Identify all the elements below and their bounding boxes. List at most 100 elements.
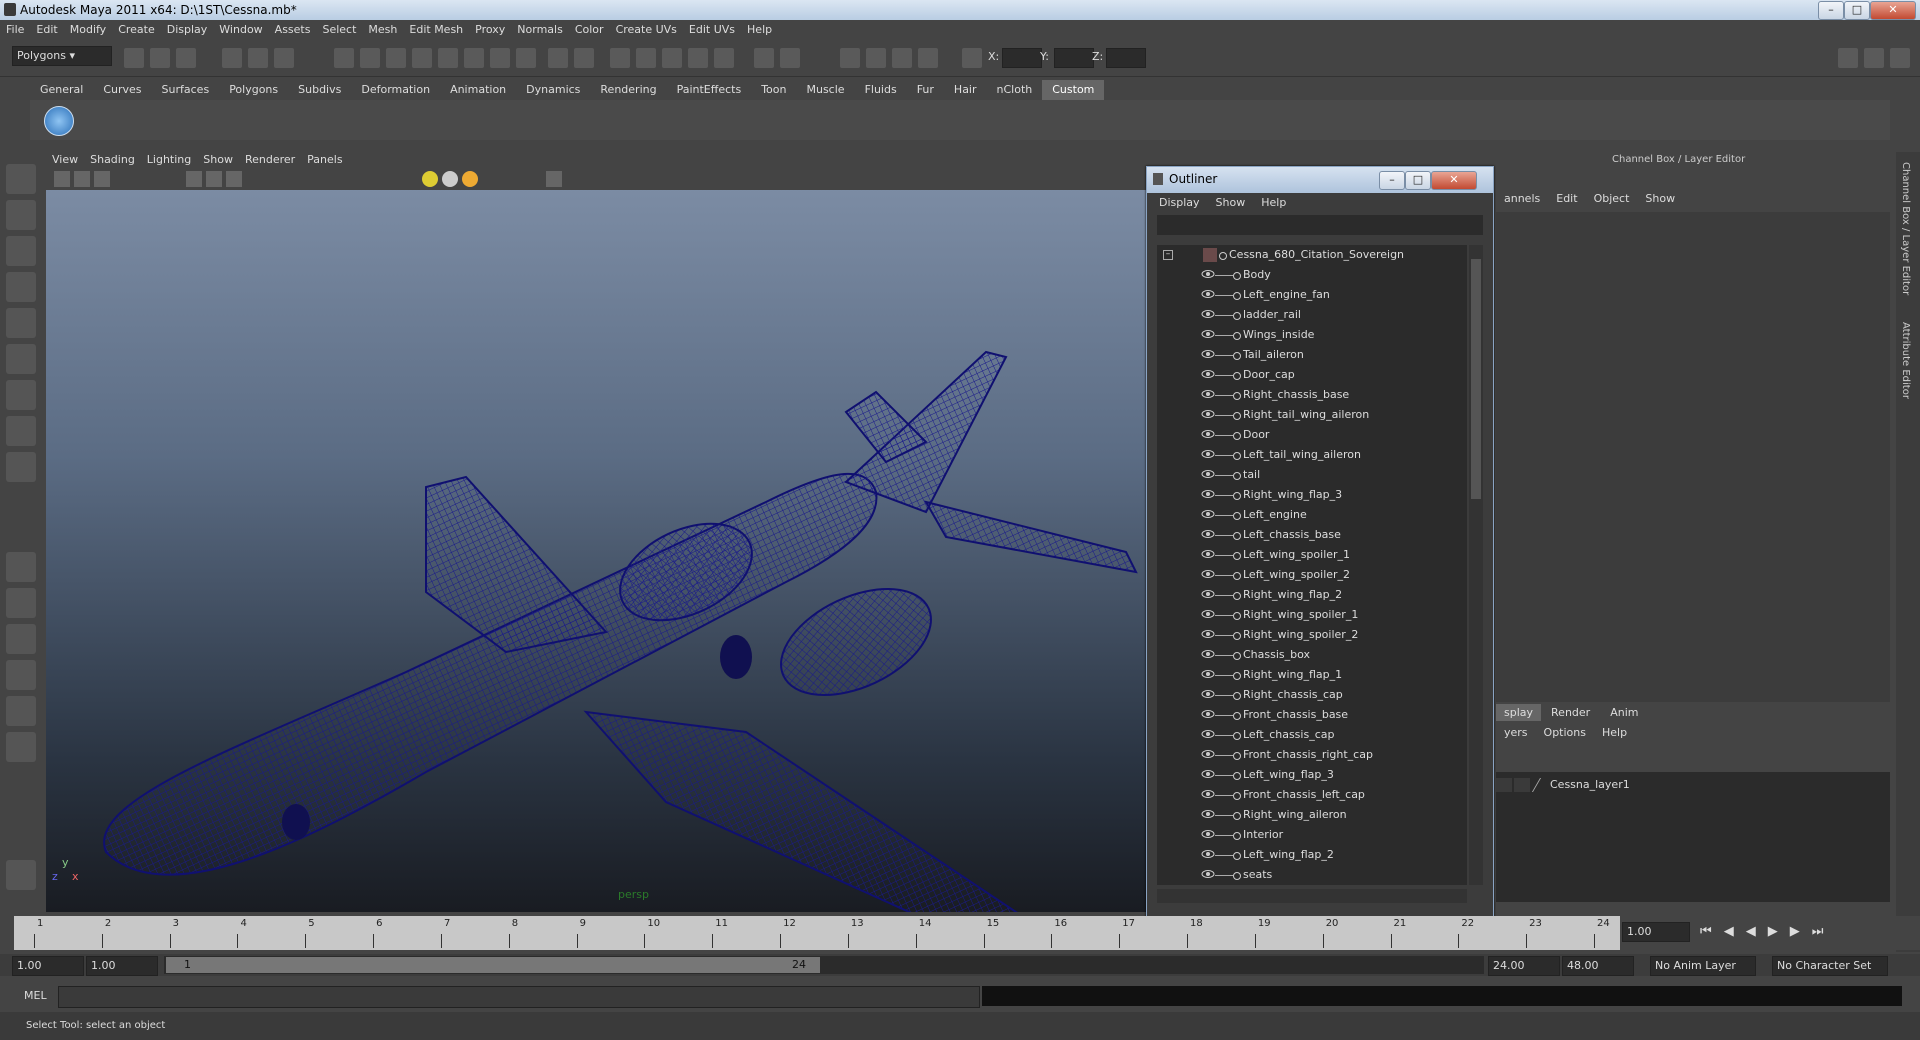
tab-dynamics[interactable]: Dynamics [516,80,590,100]
help-icon[interactable] [516,48,536,68]
outliner-item[interactable]: seats [1157,865,1467,885]
snap-curve-icon[interactable] [360,48,380,68]
outliner-item[interactable]: Door_cap [1157,365,1467,385]
lasso-tool-icon[interactable] [6,200,36,230]
menu-edit-uvs[interactable]: Edit UVs [683,20,741,40]
layer-visibility-icon[interactable] [1496,778,1512,792]
channel-box-toggle-icon[interactable] [1890,48,1910,68]
show-manipulator-icon[interactable] [6,452,36,482]
outliner-item[interactable]: Left_wing_spoiler_1 [1157,545,1467,565]
soft-modification-icon[interactable] [6,416,36,446]
menu-set-select[interactable]: Polygons ▾ [12,46,112,66]
viewport-menu-view[interactable]: View [46,152,84,168]
custom-shelf-check-icon[interactable] [44,106,74,136]
outliner-item[interactable]: Chassis_box [1157,645,1467,665]
menu-select[interactable]: Select [316,20,362,40]
outliner-item[interactable]: Left_wing_flap_3 [1157,765,1467,785]
outliner-item[interactable]: Left_engine [1157,505,1467,525]
tab-ncloth[interactable]: nCloth [987,80,1043,100]
tool-settings-toggle-icon[interactable] [1864,48,1884,68]
playback-end-field[interactable]: 24.00 [1488,956,1560,976]
visibility-eye-icon[interactable] [1201,369,1215,379]
outliner-item[interactable]: Wings_inside [1157,325,1467,345]
outliner-item[interactable]: Front_chassis_right_cap [1157,745,1467,765]
image-plane-icon[interactable] [94,171,110,187]
command-language-label[interactable]: MEL [24,989,47,1002]
playback-start-field[interactable]: 1.00 [86,956,158,976]
visibility-eye-icon[interactable] [1201,289,1215,299]
command-input[interactable] [58,986,980,1008]
visibility-eye-icon[interactable] [1201,809,1215,819]
layer-menu-layers[interactable]: yers [1496,726,1536,739]
minimize-button[interactable]: – [1818,1,1844,20]
outliner-menu-help[interactable]: Help [1253,193,1294,213]
select-hierarchy-icon[interactable] [222,48,242,68]
character-set-select[interactable]: No Character Set [1772,956,1888,976]
outliner-item[interactable]: Right_chassis_cap [1157,685,1467,705]
render-current-icon[interactable] [610,48,630,68]
outliner-item[interactable]: Right_wing_spoiler_1 [1157,605,1467,625]
outliner-layout-icon[interactable] [6,732,36,762]
tab-painteffects[interactable]: PaintEffects [667,80,752,100]
visibility-eye-icon[interactable] [1201,789,1215,799]
tab-toon[interactable]: Toon [751,80,796,100]
tab-curves[interactable]: Curves [93,80,151,100]
outliner-item[interactable]: Right_wing_flap_2 [1157,585,1467,605]
outliner-vertical-scrollbar[interactable] [1469,245,1483,885]
tab-deformation[interactable]: Deformation [351,80,440,100]
transform-type-icon[interactable] [962,48,982,68]
single-perspective-layout-icon[interactable] [6,552,36,582]
hypershade-layout-icon[interactable] [6,696,36,726]
visibility-eye-icon[interactable] [1201,509,1215,519]
outliner-item[interactable]: Door [1157,425,1467,445]
camera-sequencer-icon[interactable] [754,48,774,68]
menu-edit-mesh[interactable]: Edit Mesh [403,20,469,40]
rotate-tool-icon[interactable] [6,308,36,338]
outliner-menu-display[interactable]: Display [1151,193,1208,213]
visibility-eye-icon[interactable] [1201,629,1215,639]
move-tool-icon[interactable] [6,272,36,302]
viewport-menu-renderer[interactable]: Renderer [239,152,301,168]
menu-assets[interactable]: Assets [269,20,317,40]
maximize-button[interactable]: □ [1844,1,1870,20]
menu-help[interactable]: Help [741,20,778,40]
snap-surface-icon[interactable] [438,48,458,68]
menu-mesh[interactable]: Mesh [362,20,403,40]
x-input[interactable] [1002,48,1042,68]
tab-subdivs[interactable]: Subdivs [288,80,351,100]
outliner-item[interactable]: Interior [1157,825,1467,845]
select-component-icon[interactable] [274,48,294,68]
outliner-item[interactable]: ladder_rail [1157,305,1467,325]
tab-muscle[interactable]: Muscle [796,80,854,100]
ipr-render-icon[interactable] [636,48,656,68]
outliner-minimize-button[interactable]: – [1379,171,1405,190]
shadows-icon[interactable] [462,171,478,187]
all-lights-icon[interactable] [442,171,458,187]
outliner-item[interactable]: Front_chassis_base [1157,705,1467,725]
outliner-item[interactable]: Right_tail_wing_aileron [1157,405,1467,425]
outliner-root-row[interactable]: – Cessna_680_Citation_Sovereign [1157,245,1467,265]
paint-tool-icon[interactable] [6,860,36,890]
outliner-item[interactable]: Left_engine_fan [1157,285,1467,305]
visibility-eye-icon[interactable] [1201,469,1215,479]
visibility-eye-icon[interactable] [1201,309,1215,319]
paint-select-tool-icon[interactable] [6,236,36,266]
select-object-icon[interactable] [248,48,268,68]
outliner-title-bar[interactable]: Outliner – □ ✕ [1147,167,1493,193]
visibility-eye-icon[interactable] [1201,669,1215,679]
viewport-menu-show[interactable]: Show [197,152,239,168]
tab-hair[interactable]: Hair [944,80,987,100]
lock-icon[interactable] [548,48,568,68]
anim-end-field[interactable]: 48.00 [1562,956,1634,976]
construction-history-icon[interactable] [490,48,510,68]
anim-layer-select[interactable]: No Anim Layer [1650,956,1756,976]
open-scene-icon[interactable] [150,48,170,68]
outliner-filter-input[interactable] [1157,215,1483,235]
menu-edit[interactable]: Edit [30,20,63,40]
y-input[interactable] [1054,48,1094,68]
isolate-select-icon[interactable] [546,171,562,187]
close-button[interactable]: ✕ [1870,1,1916,20]
visibility-eye-icon[interactable] [1201,849,1215,859]
anim-start-field[interactable]: 1.00 [12,956,84,976]
outliner-item[interactable]: Left_chassis_cap [1157,725,1467,745]
